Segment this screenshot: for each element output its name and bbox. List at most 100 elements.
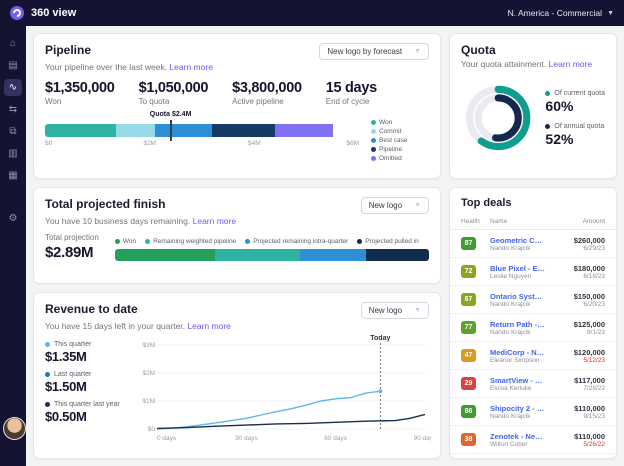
stat-end-of-cycle: 15 days End of cycle — [325, 80, 377, 106]
deal-name-cell: Return Path - Rene...Nando Krajcik — [490, 320, 546, 336]
deal-name-cell: MediCorp - New...Eleanor Simpson — [490, 348, 546, 364]
stat-this-quarter-last-year: This quarter last year $0.50M — [45, 401, 120, 424]
column-header-amount[interactable]: Amount — [551, 218, 605, 225]
deal-close-date: 6/18/23 — [583, 272, 605, 280]
projected-learn-more-link[interactable]: Learn more — [193, 216, 236, 226]
top-deals-body: 87Geometric Corp...Nando Krajcik$260,000… — [450, 230, 616, 458]
legend-dot — [371, 156, 376, 161]
deal-amount: $260,000 — [573, 235, 605, 245]
pipeline-card: Pipeline New logo by forecast ▼ Your pip… — [33, 33, 441, 179]
pipeline-legend: Won Commit Best case Pipeline Omitted — [371, 111, 429, 162]
svg-text:$1M: $1M — [142, 398, 155, 405]
pipeline-filter-dropdown[interactable]: New logo by forecast ▼ — [319, 43, 429, 60]
deal-row[interactable]: 77 Return Path - Rene...Nando Krajcik $125… — [450, 314, 616, 342]
health-score-badge: 86 — [461, 405, 476, 418]
deal-owner: Nando Krajcik — [490, 244, 531, 252]
legend-dot — [371, 138, 376, 143]
legend-dot — [371, 147, 376, 152]
deal-amount-cell: $150,000 6/20/23 — [551, 292, 605, 308]
deal-amount: $117,000 — [574, 375, 605, 385]
legend-dot — [371, 120, 376, 125]
column-header-name[interactable]: Name — [490, 218, 546, 225]
health-score-badge: 47 — [461, 349, 476, 362]
stat-won: $1,350,000 Won — [45, 80, 115, 106]
bar-chart-icon[interactable]: ▥ — [4, 145, 22, 162]
projected-filter-value: New logo — [368, 201, 403, 210]
deal-row[interactable]: 38 Zenotek - New LogoWilton Cober $110,000… — [450, 426, 616, 454]
deal-name-cell: Ontario Systems...Nando Krajcik — [490, 292, 546, 308]
legend-item: Projected pulled in — [357, 238, 419, 245]
deal-row[interactable]: 86 Shipocity 2 - Rene...Nando Krajcik $110… — [450, 398, 616, 426]
legend-label: Omitted — [379, 155, 402, 162]
legend-item: Won — [371, 119, 429, 126]
deal-row[interactable]: 53Systemque - Expa...Nando Krajcik$100,0… — [450, 454, 616, 458]
deal-row[interactable]: 72 Blue Pixel - Expan...Leslie Nguyen $180… — [450, 258, 616, 286]
deal-row[interactable]: 87 Geometric Corp...Nando Krajcik $260,000… — [450, 230, 616, 258]
chevron-down-icon: ▼ — [414, 202, 421, 209]
quota-learn-more-link[interactable]: Learn more — [549, 59, 592, 69]
legend-dot — [245, 239, 251, 244]
user-avatar[interactable] — [3, 417, 26, 440]
projected-legend: Won Remaining weighted pipeline Projected … — [114, 238, 429, 245]
revenue-learn-more-link[interactable]: Learn more — [187, 321, 230, 331]
legend-item: Projected remaining intra-quarter — [245, 238, 348, 245]
projected-filter-dropdown[interactable]: New logo ▼ — [360, 197, 429, 214]
svg-text:$2M: $2M — [142, 370, 155, 377]
settings-icon[interactable]: ⚙ — [4, 210, 22, 227]
bar-segment-projected-remaining-intra-quarter — [299, 249, 366, 261]
bar-segment-commit — [115, 124, 155, 137]
chevron-down-icon: ▼ — [414, 307, 421, 314]
deal-close-date: 7/28/22 — [583, 384, 605, 392]
deal-name-link[interactable]: Geometric Corp... — [490, 236, 546, 245]
deal-name-link[interactable]: MediCorp - New... — [490, 348, 546, 357]
revenue-filter-dropdown[interactable]: New logo ▼ — [360, 302, 429, 319]
deal-name-link[interactable]: SmartView - Rene... — [490, 376, 546, 385]
deal-name-link[interactable]: Shipocity 2 - Rene... — [490, 404, 546, 413]
bar-segment-omitted — [275, 124, 333, 137]
deal-name-cell: Geometric Corp...Nando Krajcik — [490, 236, 546, 252]
total-projection: Total projection $2.89M — [45, 233, 99, 261]
pipeline-stats: $1,350,000 Won $1,050,000 To quota $3,80… — [45, 80, 429, 106]
health-score-badge: 29 — [461, 377, 476, 390]
deal-name-link[interactable]: Zenotek - New Logo — [490, 432, 546, 441]
top-deals-header-row: Health Name Amount — [450, 215, 616, 230]
deal-row[interactable]: 29 SmartView - Rene...Eloisa Kerluke $117,… — [450, 370, 616, 398]
stat-this-quarter: This quarter $1.35M — [45, 341, 92, 364]
pipeline-stacked-bar-chart: Quota $2.4M $0 $2M $4M $6M — [45, 111, 359, 162]
deal-name-link[interactable]: Ontario Systems... — [490, 292, 546, 301]
org-selector[interactable]: N. America - Commercial ▼ — [508, 8, 614, 18]
deal-name-link[interactable]: Return Path - Rene... — [490, 320, 546, 329]
activity-icon[interactable]: ⇆ — [4, 101, 22, 118]
grid-icon[interactable]: ▦ — [4, 167, 22, 184]
legend-dot — [45, 372, 50, 377]
pipeline-learn-more-link[interactable]: Learn more — [169, 62, 212, 72]
deal-owner: Nando Krajcik — [490, 328, 531, 336]
bar-segment-won — [45, 124, 116, 137]
top-deals-card: Top deals Health Name Amount 87 Geometric… — [449, 187, 617, 459]
legend-item: Remaining weighted pipeline — [145, 238, 236, 245]
projected-subtitle: You have 10 business days remaining. Lea… — [45, 216, 237, 226]
pipeline-subtitle: Your pipeline over the last week. Learn … — [45, 62, 213, 72]
revenue-card: Revenue to date New logo ▼ You have 15 d… — [33, 292, 441, 459]
trend-icon[interactable]: ∿ — [4, 79, 22, 96]
home-icon[interactable]: ⌂ — [4, 35, 22, 52]
svg-text:60 days: 60 days — [324, 435, 348, 442]
deal-owner: Eloisa Kerluke — [490, 384, 532, 392]
deal-row[interactable]: 47 MediCorp - New...Eleanor Simpson $120,0… — [450, 342, 616, 370]
stat-active-pipeline: $3,800,000 Active pipeline — [232, 80, 302, 106]
pipeline-x-axis: $0 $2M $4M $6M — [45, 140, 359, 150]
column-header-health[interactable]: Health — [461, 218, 485, 225]
axis-tick: $6M — [346, 140, 359, 147]
app-logo-icon[interactable] — [10, 6, 24, 20]
deal-row[interactable]: 67 Ontario Systems...Nando Krajcik $150,00… — [450, 286, 616, 314]
copy-icon[interactable]: ⧉ — [4, 123, 22, 140]
dashboard-icon[interactable]: ▤ — [4, 57, 22, 74]
revenue-subtitle: You have 15 days left in your quarter. L… — [45, 321, 231, 331]
deal-name-cell: Blue Pixel - Expan...Leslie Nguyen — [490, 264, 546, 280]
revenue-title: Revenue to date — [45, 302, 138, 316]
quota-marker-label: Quota $2.4M — [149, 111, 192, 118]
deal-name-link[interactable]: Blue Pixel - Expan... — [490, 264, 546, 273]
deal-close-date: 9/15/23 — [583, 412, 605, 420]
deal-amount-cell: $110,000 9/15/23 — [551, 404, 605, 420]
stat-last-quarter: Last quarter $1.50M — [45, 371, 92, 394]
